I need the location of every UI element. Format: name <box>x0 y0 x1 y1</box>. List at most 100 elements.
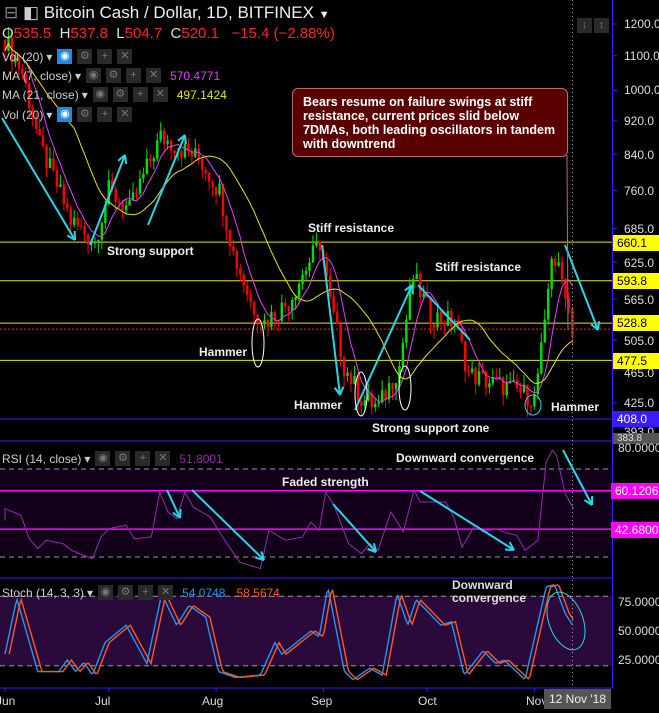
stoch-tick: 25.0000 <box>618 653 659 667</box>
candle-body <box>173 150 176 154</box>
indicator-label: MA (21, close) <box>2 87 79 102</box>
close-icon[interactable]: ✕ <box>152 87 168 102</box>
collapse-icon[interactable]: ⊟ <box>4 3 18 22</box>
resistance-tag-660: 660.1 <box>613 235 659 251</box>
candle-body <box>121 202 124 211</box>
candle-body <box>249 294 252 303</box>
candle-body <box>201 159 204 170</box>
gear-icon[interactable]: ⚙ <box>77 107 93 122</box>
plus-icon[interactable]: + <box>138 585 154 600</box>
candle-body <box>59 184 62 187</box>
candle-body <box>391 383 394 390</box>
candle-body <box>553 258 557 266</box>
gear-icon[interactable]: ⚙ <box>115 451 131 466</box>
candle-body <box>470 368 474 373</box>
candle-body <box>79 225 83 227</box>
label-text: Downward convergence <box>452 578 527 605</box>
candle-body <box>308 262 311 271</box>
chevron-down-icon[interactable]: ▾ <box>82 88 88 102</box>
chart-title[interactable]: ⊟ ◧ Bitcoin Cash / Dollar, 1D, BITFINEX … <box>4 3 330 23</box>
rsi-level-lower: 42.6800 <box>611 522 659 538</box>
plus-icon[interactable]: + <box>97 49 113 64</box>
indicator-stoch[interactable]: Stoch (14, 3, 3) ▾ ◉ ⚙ + ✕ 54.0748 58.5674 <box>2 585 280 600</box>
eye-icon[interactable]: ◉ <box>95 451 111 466</box>
candle-body <box>477 371 481 385</box>
chevron-down-icon[interactable]: ▾ <box>46 50 52 64</box>
eye-icon[interactable]: ◉ <box>57 107 73 122</box>
level-tag-528: 528.8 <box>613 315 659 331</box>
candle-body <box>342 356 346 376</box>
eye-icon[interactable]: ◉ <box>86 68 102 83</box>
chevron-down-icon[interactable]: ▾ <box>84 452 90 466</box>
plus-icon[interactable]: + <box>126 68 142 83</box>
indicator-vol[interactable]: Vol (20) ▾ ◉ ⚙ + ✕ <box>2 49 133 64</box>
candle-body <box>41 135 45 147</box>
candle-body <box>166 140 169 144</box>
annotation-pointer <box>566 154 569 331</box>
candle-body <box>311 245 315 263</box>
price-tick: 920.0 <box>624 114 655 128</box>
candle-body <box>297 283 301 297</box>
label-hammer: Hammer <box>551 400 600 414</box>
indicator-ma21[interactable]: MA (21, close) ▾ ◉ ⚙ + ✕ 497.1424 <box>2 87 227 102</box>
label-support-zone: Strong support zone <box>372 421 490 435</box>
candle-body <box>495 377 498 379</box>
candle-body <box>353 375 356 384</box>
candle-body <box>394 383 398 390</box>
candle-body <box>318 241 322 251</box>
candle-body <box>560 262 564 279</box>
month-label: Aug <box>202 694 224 708</box>
close-label: C <box>170 25 182 42</box>
eye-icon[interactable]: ◉ <box>98 585 114 600</box>
gear-icon[interactable]: ⚙ <box>112 87 128 102</box>
price-tick: 760.0 <box>624 184 655 198</box>
stoch-d-value: 58.5674 <box>236 585 280 600</box>
candle-body <box>66 204 69 209</box>
ohlc-readout: O535.5 H537.8 L504.7 C520.1 −15.4 (−2.88… <box>2 25 335 42</box>
chevron-down-icon[interactable]: ▾ <box>87 586 93 600</box>
candle-body <box>512 379 515 381</box>
gear-icon[interactable]: ⚙ <box>118 585 134 600</box>
candle-body <box>242 274 245 286</box>
indicator-vol-2[interactable]: Vol (20) ▾ ◉ ⚙ + ✕ <box>2 107 133 122</box>
plus-icon[interactable]: + <box>135 451 151 466</box>
candle-body <box>55 170 59 187</box>
price-tick: 425.0 <box>624 396 655 410</box>
indicator-ma7[interactable]: MA (7, close) ▾ ◉ ⚙ + ✕ 570.4771 <box>2 68 220 83</box>
rsi-value: 51.8001 <box>179 451 223 466</box>
eye-icon[interactable]: ◉ <box>57 49 73 64</box>
candle-body <box>360 401 363 406</box>
label-strong-support: Strong support <box>107 244 194 258</box>
plus-icon[interactable]: + <box>132 87 148 102</box>
chevron-down-icon[interactable]: ▾ <box>46 108 52 122</box>
close-icon[interactable]: ✕ <box>158 585 174 600</box>
plus-icon[interactable]: + <box>97 107 113 122</box>
candle-body <box>363 400 367 406</box>
candle-body <box>557 262 560 266</box>
candle-body <box>124 205 128 211</box>
candle-body <box>83 226 86 235</box>
candle-body <box>211 181 214 187</box>
close-icon[interactable]: ✕ <box>146 68 162 83</box>
symbol-title: Bitcoin Cash / Dollar, 1D, BITFINEX <box>43 3 314 22</box>
chevron-down-icon[interactable]: ▾ <box>75 69 81 83</box>
candle-body <box>443 322 446 326</box>
candle-body <box>432 324 436 328</box>
indicator-rsi[interactable]: RSI (14, close) ▾ ◉ ⚙ + ✕ 51.8001 <box>2 451 223 466</box>
candle-body <box>502 377 505 396</box>
gear-icon[interactable]: ⚙ <box>106 68 122 83</box>
resize-vertical-icon[interactable]: ↕ <box>594 18 609 33</box>
close-icon[interactable]: ✕ <box>117 107 133 122</box>
close-icon[interactable]: ✕ <box>155 451 171 466</box>
chevron-down-icon[interactable]: ▼ <box>319 9 330 21</box>
candle-body <box>142 173 145 179</box>
gear-icon[interactable]: ⚙ <box>77 49 93 64</box>
ma7-value: 570.4771 <box>170 68 221 83</box>
eye-icon[interactable]: ◉ <box>92 87 108 102</box>
price-tick: 1200.0 <box>624 17 659 31</box>
candle-body <box>301 274 304 284</box>
arrow-down-icon[interactable]: ↓ <box>577 18 592 33</box>
indicator-label: RSI (14, close) <box>2 451 82 466</box>
close-icon[interactable]: ✕ <box>117 49 133 64</box>
price-tick: 565.0 <box>624 293 655 307</box>
